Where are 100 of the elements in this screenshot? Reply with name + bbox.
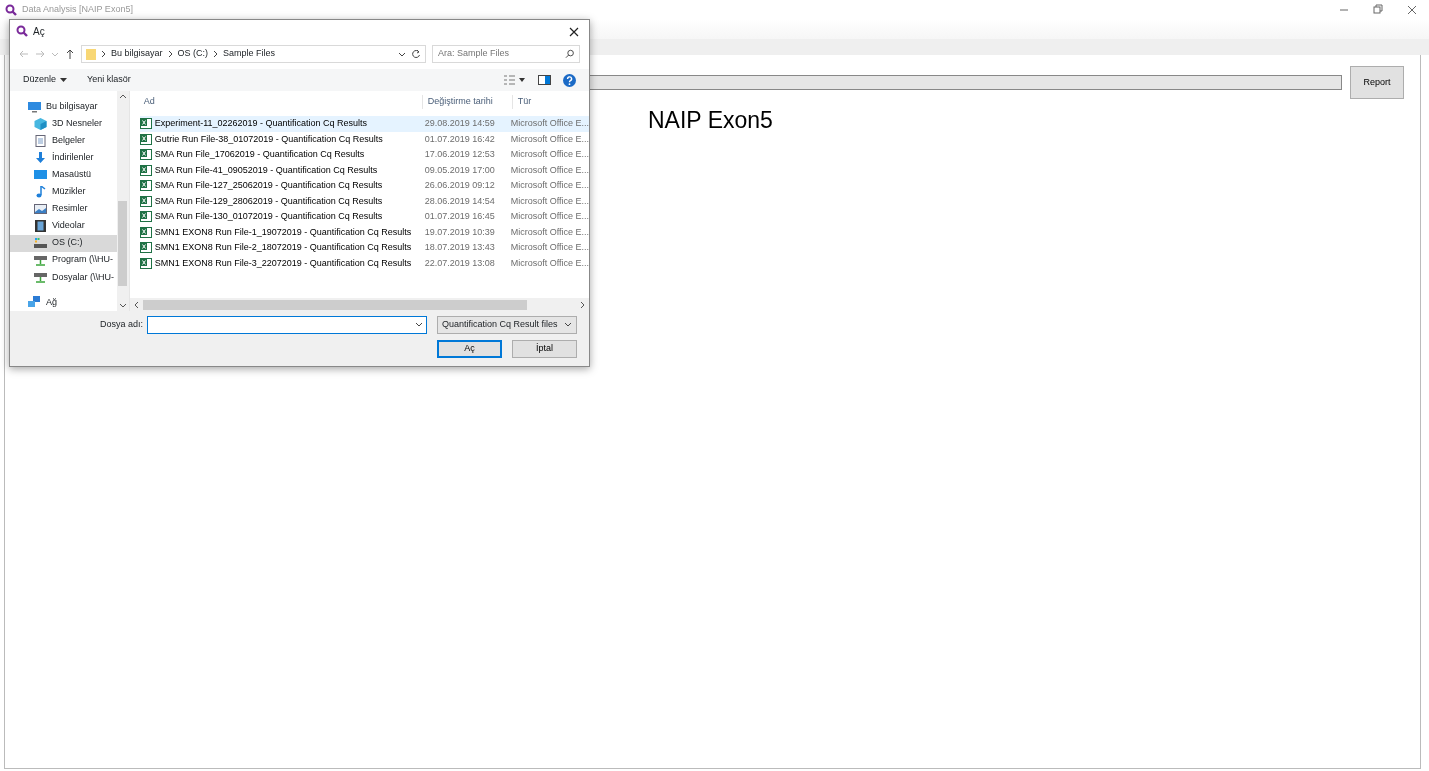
- file-row[interactable]: SMA Run File-130_01072019 - Quantification Cq Results 01.07.2019 16:45 Microsoft Office E...: [139, 209, 589, 225]
- network-icon: [28, 296, 41, 309]
- breadcrumb-item[interactable]: Sample Files: [223, 47, 276, 61]
- picture-icon: [34, 203, 47, 215]
- open-button[interactable]: Aç: [437, 340, 502, 358]
- file-row[interactable]: Experiment-11_02262019 - Quantification Cq Results 29.08.2019 14:59 Microsoft Office E...: [139, 116, 589, 132]
- file-row[interactable]: SMA Run File-129_28062019 - Quantification Cq Results 28.06.2019 14:54 Microsoft Office E...: [139, 193, 589, 209]
- view-options-icon[interactable]: [504, 75, 526, 85]
- file-name: SMA Run File_17062019 - Quantification Cq Results: [154, 148, 365, 161]
- file-name: SMN1 EXON8 Run File-3_22072019 - Quantification Cq Results: [154, 256, 412, 270]
- file-name: SMA Run File-41_09052019 - Quantification Cq Results: [154, 163, 378, 177]
- sidebar-item[interactable]: Müzikler: [10, 183, 117, 201]
- file-type: Microsoft Office E...: [509, 225, 589, 239]
- file-date: 01.07.2019 16:42: [423, 132, 496, 146]
- file-name-field[interactable]: [147, 316, 427, 334]
- spreadsheet-file-icon: [139, 180, 152, 192]
- document-icon: [34, 134, 47, 147]
- sidebar-item[interactable]: Masaüstü: [10, 166, 117, 184]
- monitor-icon: [34, 168, 47, 181]
- chevron-right-icon: [213, 50, 219, 58]
- refresh-icon[interactable]: [411, 49, 421, 59]
- chevron-down-icon: [118, 303, 127, 309]
- magnifier-icon: [5, 3, 17, 16]
- horizontal-scrollbar[interactable]: [129, 298, 589, 311]
- new-folder-button[interactable]: Yeni klasör: [87, 73, 131, 87]
- column-header[interactable]: Değiştirme tarihi: [421, 95, 512, 109]
- report-button[interactable]: Report: [1350, 66, 1404, 99]
- music-note-icon: [34, 185, 47, 198]
- spreadsheet-file-icon: [139, 242, 152, 254]
- network-drive-icon: [34, 271, 47, 284]
- file-type: Microsoft Office E...: [509, 148, 589, 161]
- close-icon[interactable]: [569, 26, 579, 37]
- sidebar-item[interactable]: Videolar: [10, 217, 117, 235]
- spreadsheet-file-icon: [139, 257, 152, 269]
- file-name: Gutrie Run File-38_01072019 - Quantification Cq Results: [154, 132, 383, 146]
- spreadsheet-file-icon: [139, 164, 152, 176]
- cube-icon: [34, 117, 47, 130]
- file-type: Microsoft Office E...: [509, 210, 589, 223]
- file-row[interactable]: SMA Run File-41_09052019 - Quantification Cq Results 09.05.2019 17:00 Microsoft Office E...: [139, 162, 589, 178]
- sidebar-item[interactable]: Belgeler: [10, 132, 117, 150]
- chevron-down-icon: [415, 322, 423, 328]
- film-icon: [34, 220, 47, 233]
- caret-icon: [60, 78, 68, 82]
- help-icon[interactable]: [563, 73, 576, 87]
- network-drive-icon: [34, 254, 47, 267]
- column-header[interactable]: Ad: [139, 95, 422, 109]
- file-type-dropdown[interactable]: Quantification Cq Result files: [437, 316, 577, 334]
- organize-menu[interactable]: Düzenle: [23, 73, 68, 87]
- file-date: 28.06.2019 14:54: [423, 194, 496, 208]
- up-arrow-icon[interactable]: [65, 49, 75, 59]
- sidebar-item[interactable]: 3D Nesneler: [10, 115, 117, 133]
- address-bar[interactable]: Bu bilgisayar OS (C:) Sample Files: [81, 45, 426, 63]
- file-date: 17.06.2019 12:53: [423, 148, 496, 161]
- sidebar-item[interactable]: Bu bilgisayar: [10, 98, 117, 116]
- sidebar-item[interactable]: Program (\\HU-: [10, 251, 117, 269]
- file-name: SMA Run File-127_25062019 - Quantification Cq Results: [154, 179, 383, 192]
- file-date: 26.06.2019 09:12: [423, 179, 496, 192]
- file-type: Microsoft Office E...: [509, 194, 589, 208]
- chevron-right-icon: [580, 300, 586, 309]
- sidebar-item[interactable]: Dosyalar (\\HU-: [10, 268, 117, 286]
- file-row[interactable]: SMN1 EXON8 Run File-1_19072019 - Quantification Cq Results 19.07.2019 10:39 Microsoft Office E...: [139, 224, 589, 240]
- sidebar-item[interactable]: OS (C:): [10, 234, 117, 252]
- file-type: Microsoft Office E...: [509, 163, 589, 177]
- file-row[interactable]: SMA Run File_17062019 - Quantification Cq Results 17.06.2019 12:53 Microsoft Office E...: [139, 147, 589, 163]
- spreadsheet-file-icon: [139, 195, 152, 207]
- file-type: Microsoft Office E...: [509, 117, 589, 130]
- breadcrumb-item[interactable]: Bu bilgisayar: [111, 47, 163, 61]
- computer-icon: [28, 100, 41, 113]
- file-date: 19.07.2019 10:39: [423, 225, 496, 239]
- window-title: Data Analysis [NAIP Exon5]: [22, 2, 133, 16]
- file-type: Microsoft Office E...: [509, 256, 589, 270]
- spreadsheet-file-icon: [139, 226, 152, 238]
- folder-icon: [86, 48, 96, 60]
- spreadsheet-file-icon: [139, 149, 152, 161]
- magnifier-icon: [16, 25, 28, 37]
- spreadsheet-file-icon: [139, 118, 152, 130]
- search-icon: [564, 49, 574, 59]
- chevron-up-icon: [118, 93, 127, 99]
- vertical-scrollbar[interactable]: [116, 91, 129, 311]
- cancel-button[interactable]: İptal: [512, 340, 577, 358]
- spreadsheet-file-icon: [139, 211, 152, 223]
- drive-icon: [34, 237, 47, 250]
- file-name: SMN1 EXON8 Run File-2_18072019 - Quantification Cq Results: [154, 241, 412, 254]
- preview-pane-icon[interactable]: [538, 75, 551, 85]
- file-row[interactable]: Gutrie Run File-38_01072019 - Quantification Cq Results 01.07.2019 16:42 Microsoft Office E...: [139, 131, 589, 147]
- dialog-title: Aç: [33, 24, 45, 39]
- heading: NAIP Exon5: [648, 106, 774, 135]
- search-field[interactable]: Ara: Sample Files: [432, 45, 580, 63]
- sidebar-item[interactable]: Ağ: [10, 293, 117, 311]
- file-row[interactable]: SMN1 EXON8 Run File-3_22072019 - Quantification Cq Results 22.07.2019 13:08 Microsoft Office E...: [139, 255, 589, 271]
- file-row[interactable]: SMN1 EXON8 Run File-2_18072019 - Quantification Cq Results 18.07.2019 13:43 Microsoft Office E...: [139, 240, 589, 256]
- file-date: 01.07.2019 16:45: [423, 210, 496, 223]
- breadcrumb-item[interactable]: OS (C:): [177, 47, 209, 61]
- sidebar-item[interactable]: İndirilenler: [10, 149, 117, 167]
- sidebar-item[interactable]: Resimler: [10, 200, 117, 218]
- chevron-left-icon: [132, 300, 139, 309]
- column-header[interactable]: Tür: [511, 95, 589, 109]
- file-name: SMA Run File-129_28062019 - Quantification Cq Results: [154, 194, 383, 208]
- file-date: 18.07.2019 13:43: [423, 241, 496, 254]
- file-row[interactable]: SMA Run File-127_25062019 - Quantification Cq Results 26.06.2019 09:12 Microsoft Office E...: [139, 178, 589, 194]
